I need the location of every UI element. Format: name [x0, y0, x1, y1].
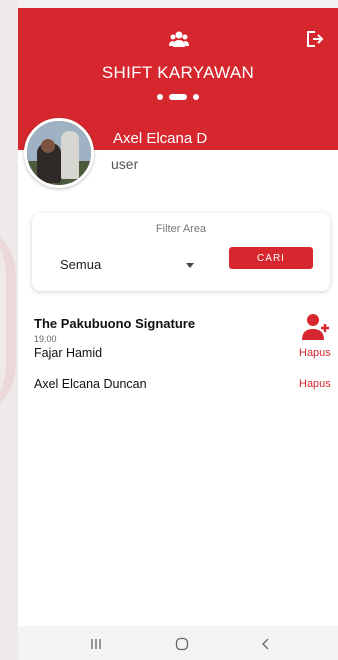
back-icon[interactable]	[258, 636, 274, 652]
avatar	[24, 118, 94, 188]
home-icon[interactable]	[174, 636, 190, 652]
page-dot	[193, 94, 199, 100]
area-select[interactable]: Semua	[60, 253, 200, 275]
logout-icon[interactable]	[306, 30, 324, 48]
filter-card: Filter Area Semua CARI	[32, 213, 330, 291]
delete-link[interactable]: Hapus	[299, 347, 331, 359]
user-role: user	[111, 156, 139, 172]
android-nav-bar	[18, 626, 338, 660]
group-icon	[169, 31, 189, 47]
page-title: SHIFT KARYAWAN	[101, 63, 255, 82]
employee-name: Axel Elcana Duncan	[34, 377, 147, 391]
shift-time: 19.00	[34, 334, 57, 344]
page-indicator	[18, 94, 338, 100]
user-name: Axel Elcana D	[113, 130, 208, 147]
add-person-icon[interactable]	[301, 312, 331, 342]
app-screen: SHIFT KARYAWAN Axel Elcana D user Filter…	[18, 8, 338, 660]
shift-name: The Pakubuono Signature	[34, 316, 196, 331]
recent-apps-icon[interactable]	[88, 636, 104, 652]
area-select-value: Semua	[60, 257, 102, 272]
employee-name: Fajar Hamid	[34, 346, 103, 360]
employee-row: Fajar Hamid Hapus	[34, 346, 338, 364]
chevron-down-icon	[186, 263, 194, 268]
page-dot	[157, 94, 163, 100]
page-dot-active	[169, 94, 187, 100]
employee-row: Axel Elcana Duncan Hapus	[34, 377, 338, 395]
background-decoration	[0, 0, 18, 660]
filter-label: Filter Area	[155, 223, 207, 235]
search-button[interactable]: CARI	[229, 247, 313, 269]
delete-link[interactable]: Hapus	[299, 378, 331, 390]
